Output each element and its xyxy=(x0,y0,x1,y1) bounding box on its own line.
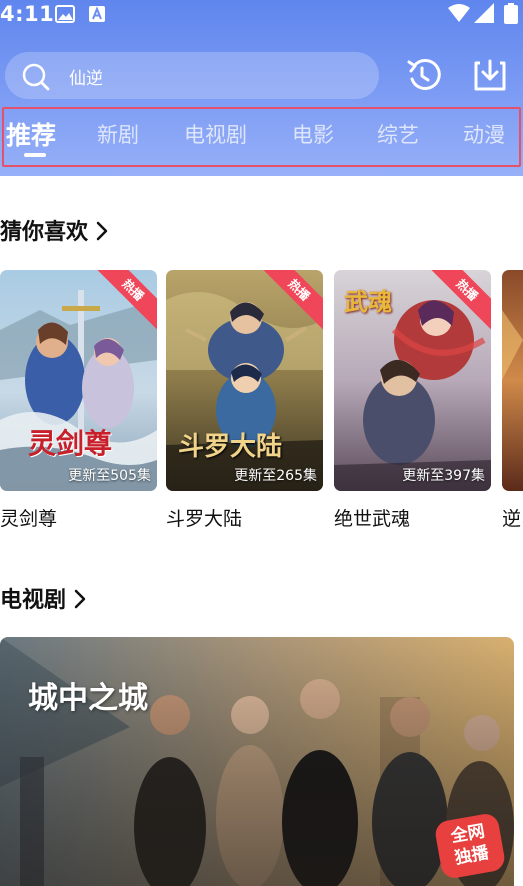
poster-card[interactable]: 斗罗大陆 热播 更新至265集 xyxy=(166,270,323,491)
tab-movies[interactable]: 电影 xyxy=(292,119,334,149)
top-header: 4:11 仙逆 推荐 新剧 电视剧 电影 综艺 动漫 xyxy=(0,0,523,176)
section-tv-header[interactable]: 电视剧 xyxy=(0,582,86,614)
category-tabs: 推荐 新剧 电视剧 电影 综艺 动漫 xyxy=(2,107,521,167)
battery-icon xyxy=(504,3,518,28)
poster-title-art: 灵剑尊 xyxy=(28,427,113,460)
app-a-icon xyxy=(88,5,106,27)
status-bar: 4:11 xyxy=(0,0,523,30)
episode-update: 更新至505集 xyxy=(68,468,151,484)
chevron-right-icon xyxy=(74,589,86,609)
image-icon xyxy=(55,5,75,27)
poster-card[interactable] xyxy=(502,270,523,491)
card-title[interactable]: 斗罗大陆 xyxy=(166,504,242,531)
section-title: 猜你喜欢 xyxy=(0,220,89,245)
status-time: 4:11 xyxy=(0,2,55,26)
section-title: 电视剧 xyxy=(0,588,67,613)
episode-update: 更新至265集 xyxy=(234,468,317,484)
card-title[interactable]: 逆 xyxy=(502,504,521,531)
banner-title-art: 城中之城 xyxy=(28,681,148,716)
exclusive-badge: 全网 独播 xyxy=(433,811,507,881)
signal-icon xyxy=(474,3,494,27)
tab-new-drama[interactable]: 新剧 xyxy=(97,119,139,149)
section-recommend-header[interactable]: 猜你喜欢 xyxy=(0,214,108,246)
download-icon[interactable] xyxy=(472,57,508,97)
poster-title-art: 武魂 xyxy=(344,287,392,316)
search-bar[interactable]: 仙逆 xyxy=(5,52,379,99)
chevron-right-icon xyxy=(96,221,108,241)
featured-banner[interactable]: 城中之城 全网 独播 xyxy=(0,637,514,886)
active-tab-indicator xyxy=(24,153,46,157)
search-icon xyxy=(21,62,51,96)
card-title[interactable]: 灵剑尊 xyxy=(0,504,57,531)
tab-recommend[interactable]: 推荐 xyxy=(6,116,56,152)
poster-image xyxy=(502,270,523,491)
tab-tv-series[interactable]: 电视剧 xyxy=(184,119,247,149)
poster-title-art: 斗罗大陆 xyxy=(178,432,283,462)
poster-card[interactable]: 武魂 热播 更新至397集 xyxy=(334,270,491,491)
card-title[interactable]: 绝世武魂 xyxy=(334,504,410,531)
tab-anime[interactable]: 动漫 xyxy=(463,119,505,149)
episode-update: 更新至397集 xyxy=(402,468,485,484)
history-icon[interactable] xyxy=(406,57,442,97)
poster-card[interactable]: 灵剑尊 热播 更新至505集 xyxy=(0,270,157,491)
search-input[interactable]: 仙逆 xyxy=(69,64,103,89)
wifi-icon xyxy=(448,4,470,26)
tab-variety[interactable]: 综艺 xyxy=(377,119,419,149)
